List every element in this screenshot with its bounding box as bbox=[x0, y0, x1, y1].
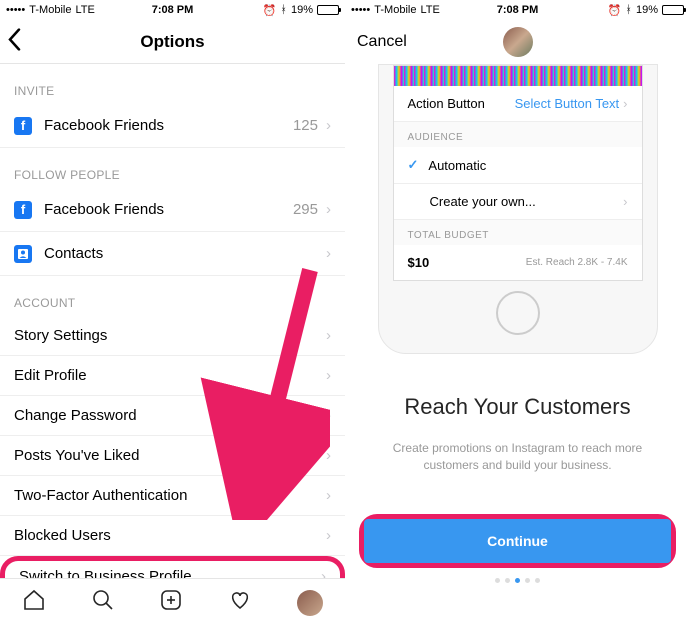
chevron-right-icon: › bbox=[623, 96, 627, 111]
invite-facebook-friends[interactable]: f Facebook Friends 125 › bbox=[0, 104, 345, 148]
mock-budget-header: TOTAL BUDGET bbox=[394, 220, 642, 245]
signal-dots: ••••• bbox=[351, 4, 370, 16]
phone-mockup: Action Button Select Button Text › AUDIE… bbox=[378, 64, 658, 354]
facebook-icon: f bbox=[14, 201, 32, 219]
chevron-right-icon: › bbox=[326, 487, 331, 504]
bluetooth-icon: ᚼ bbox=[625, 4, 632, 16]
chevron-right-icon: › bbox=[326, 447, 331, 464]
section-account: ACCOUNT bbox=[0, 276, 345, 316]
battery-icon bbox=[317, 5, 339, 15]
cta-highlight: Continue bbox=[359, 514, 676, 568]
switch-to-business-profile[interactable]: Switch to Business Profile› bbox=[0, 556, 345, 578]
chevron-left-icon bbox=[8, 28, 21, 50]
chevron-right-icon: › bbox=[326, 527, 331, 544]
follow-facebook-friends[interactable]: f Facebook Friends 295 › bbox=[0, 188, 345, 232]
two-factor-auth[interactable]: Two-Factor Authentication› bbox=[0, 476, 345, 516]
continue-button[interactable]: Continue bbox=[364, 519, 671, 563]
row-label: Contacts bbox=[44, 245, 326, 262]
home-button-icon bbox=[496, 291, 540, 335]
network: LTE bbox=[420, 4, 439, 16]
chevron-right-icon: › bbox=[326, 367, 331, 384]
facebook-icon: f bbox=[14, 117, 32, 135]
carrier: T-Mobile bbox=[29, 4, 71, 16]
bluetooth-icon: ᚼ bbox=[280, 4, 287, 16]
follow-fb-count: 295 bbox=[293, 201, 318, 218]
chevron-right-icon: › bbox=[326, 117, 331, 134]
invite-fb-count: 125 bbox=[293, 117, 318, 134]
chevron-right-icon: › bbox=[326, 201, 331, 218]
section-invite: INVITE bbox=[0, 64, 345, 104]
posts-liked[interactable]: Posts You've Liked› bbox=[0, 436, 345, 476]
cancel-button[interactable]: Cancel bbox=[357, 33, 407, 51]
clock: 7:08 PM bbox=[497, 4, 539, 16]
promo-title: Reach Your Customers bbox=[404, 394, 630, 420]
add-tab[interactable] bbox=[159, 588, 183, 617]
page-title: Options bbox=[140, 32, 204, 52]
chevron-right-icon: › bbox=[326, 245, 331, 262]
nav-bar: Options bbox=[0, 20, 345, 64]
profile-avatar bbox=[503, 27, 533, 57]
mock-reach: Est. Reach 2.8K - 7.4K bbox=[526, 257, 628, 268]
chevron-right-icon: › bbox=[326, 327, 331, 344]
check-icon: ✓ bbox=[408, 157, 419, 173]
mock-colorbar bbox=[394, 66, 642, 86]
profile-tab[interactable] bbox=[297, 590, 323, 616]
signal-dots: ••••• bbox=[6, 4, 25, 16]
options-list[interactable]: INVITE f Facebook Friends 125 › FOLLOW P… bbox=[0, 64, 345, 578]
search-tab[interactable] bbox=[91, 588, 115, 617]
nav-bar: Cancel bbox=[345, 20, 690, 64]
status-bar: ••••• T-Mobile LTE 7:08 PM ⏰ ᚼ 19% bbox=[0, 0, 345, 20]
alarm-icon: ⏰ bbox=[263, 4, 277, 17]
promo-subtitle: Create promotions on Instagram to reach … bbox=[375, 440, 660, 474]
mock-automatic-row: ✓ Automatic bbox=[394, 147, 642, 184]
network: LTE bbox=[75, 4, 94, 16]
back-button[interactable] bbox=[8, 28, 21, 55]
alarm-icon: ⏰ bbox=[608, 4, 622, 17]
change-password[interactable]: Change Password› bbox=[0, 396, 345, 436]
carrier: T-Mobile bbox=[374, 4, 416, 16]
status-bar: ••••• T-Mobile LTE 7:08 PM ⏰ ᚼ 19% bbox=[345, 0, 690, 20]
options-screen: ••••• T-Mobile LTE 7:08 PM ⏰ ᚼ 19% Optio… bbox=[0, 0, 345, 626]
mock-budget-row: $10 Est. Reach 2.8K - 7.4K bbox=[394, 245, 642, 280]
chevron-right-icon: › bbox=[326, 407, 331, 424]
promo-screen: ••••• T-Mobile LTE 7:08 PM ⏰ ᚼ 19% Cance… bbox=[345, 0, 690, 626]
row-label: Facebook Friends bbox=[44, 201, 293, 218]
contacts-icon bbox=[14, 245, 32, 263]
blocked-users[interactable]: Blocked Users› bbox=[0, 516, 345, 556]
edit-profile[interactable]: Edit Profile› bbox=[0, 356, 345, 396]
row-label: Facebook Friends bbox=[44, 117, 293, 134]
mock-create-own-row: Create your own... › bbox=[394, 184, 642, 220]
story-settings[interactable]: Story Settings› bbox=[0, 316, 345, 356]
home-tab[interactable] bbox=[22, 588, 46, 617]
battery-pct: 19% bbox=[291, 4, 313, 16]
tab-bar bbox=[0, 578, 345, 626]
clock: 7:08 PM bbox=[152, 4, 194, 16]
chevron-right-icon: › bbox=[623, 194, 627, 209]
page-dots bbox=[495, 578, 540, 583]
follow-contacts[interactable]: Contacts › bbox=[0, 232, 345, 276]
mock-audience-header: AUDIENCE bbox=[394, 122, 642, 147]
activity-tab[interactable] bbox=[228, 588, 252, 617]
battery-icon bbox=[662, 5, 684, 15]
mock-action-button-row: Action Button Select Button Text › bbox=[394, 86, 642, 122]
section-follow: FOLLOW PEOPLE bbox=[0, 148, 345, 188]
battery-pct: 19% bbox=[636, 4, 658, 16]
chevron-right-icon: › bbox=[321, 568, 326, 579]
promo-content: Action Button Select Button Text › AUDIE… bbox=[345, 64, 690, 626]
